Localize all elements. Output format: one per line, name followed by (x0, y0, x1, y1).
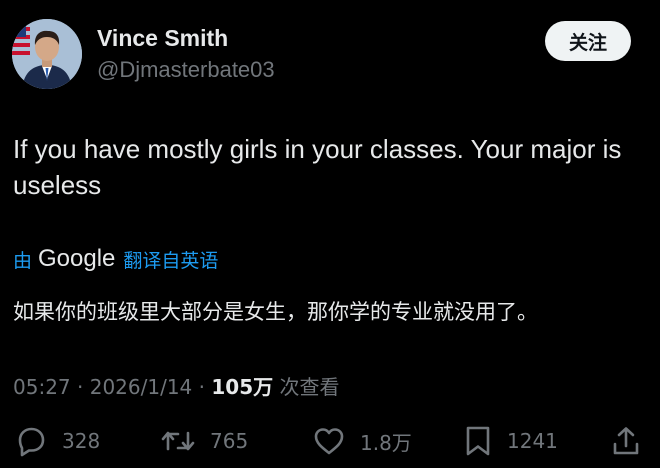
tweet-date[interactable]: 2026/1/14 (90, 375, 193, 399)
bookmark-button[interactable]: 1241 (463, 425, 558, 457)
translated-text: 如果你的班级里大部分是女生，那你学的专业就没用了。 (13, 300, 538, 324)
views-label: 次查看 (279, 375, 340, 399)
like-count: 1.8万 (360, 430, 412, 455)
translation-prefix: 由 (13, 249, 33, 272)
retweet-icon (161, 431, 195, 451)
heart-icon (314, 428, 344, 455)
tweet-meta: 05:27 · 2026/1/14 · 105万 次查看 (13, 371, 339, 400)
retweet-count: 765 (210, 429, 249, 453)
meta-separator: · (77, 375, 84, 399)
views-count: 105万 (211, 375, 274, 399)
reply-count: 328 (62, 429, 101, 453)
follow-button[interactable]: 关注 (545, 21, 631, 61)
like-button[interactable]: 1.8万 (312, 425, 412, 457)
avatar[interactable] (12, 19, 82, 89)
avatar-photo (12, 19, 82, 89)
bookmark-count: 1241 (507, 429, 558, 453)
share-button[interactable] (610, 425, 642, 457)
bookmark-icon (466, 426, 490, 456)
reply-button[interactable]: 328 (14, 425, 100, 457)
meta-separator: · (198, 375, 205, 399)
user-handle[interactable]: @Djmasterbate03 (97, 57, 275, 83)
reply-icon (18, 427, 45, 457)
retweet-button[interactable]: 765 (160, 425, 248, 457)
tweet-text: If you have mostly girls in your classes… (13, 134, 622, 200)
tweet-time[interactable]: 05:27 (13, 375, 71, 399)
translated-by-google[interactable]: 由 Google 翻译自英语 (13, 245, 218, 273)
display-name[interactable]: Vince Smith (97, 25, 228, 52)
google-logo: Google (38, 245, 116, 272)
translation-source-label: 翻译自英语 (123, 249, 219, 272)
share-icon (613, 427, 639, 455)
